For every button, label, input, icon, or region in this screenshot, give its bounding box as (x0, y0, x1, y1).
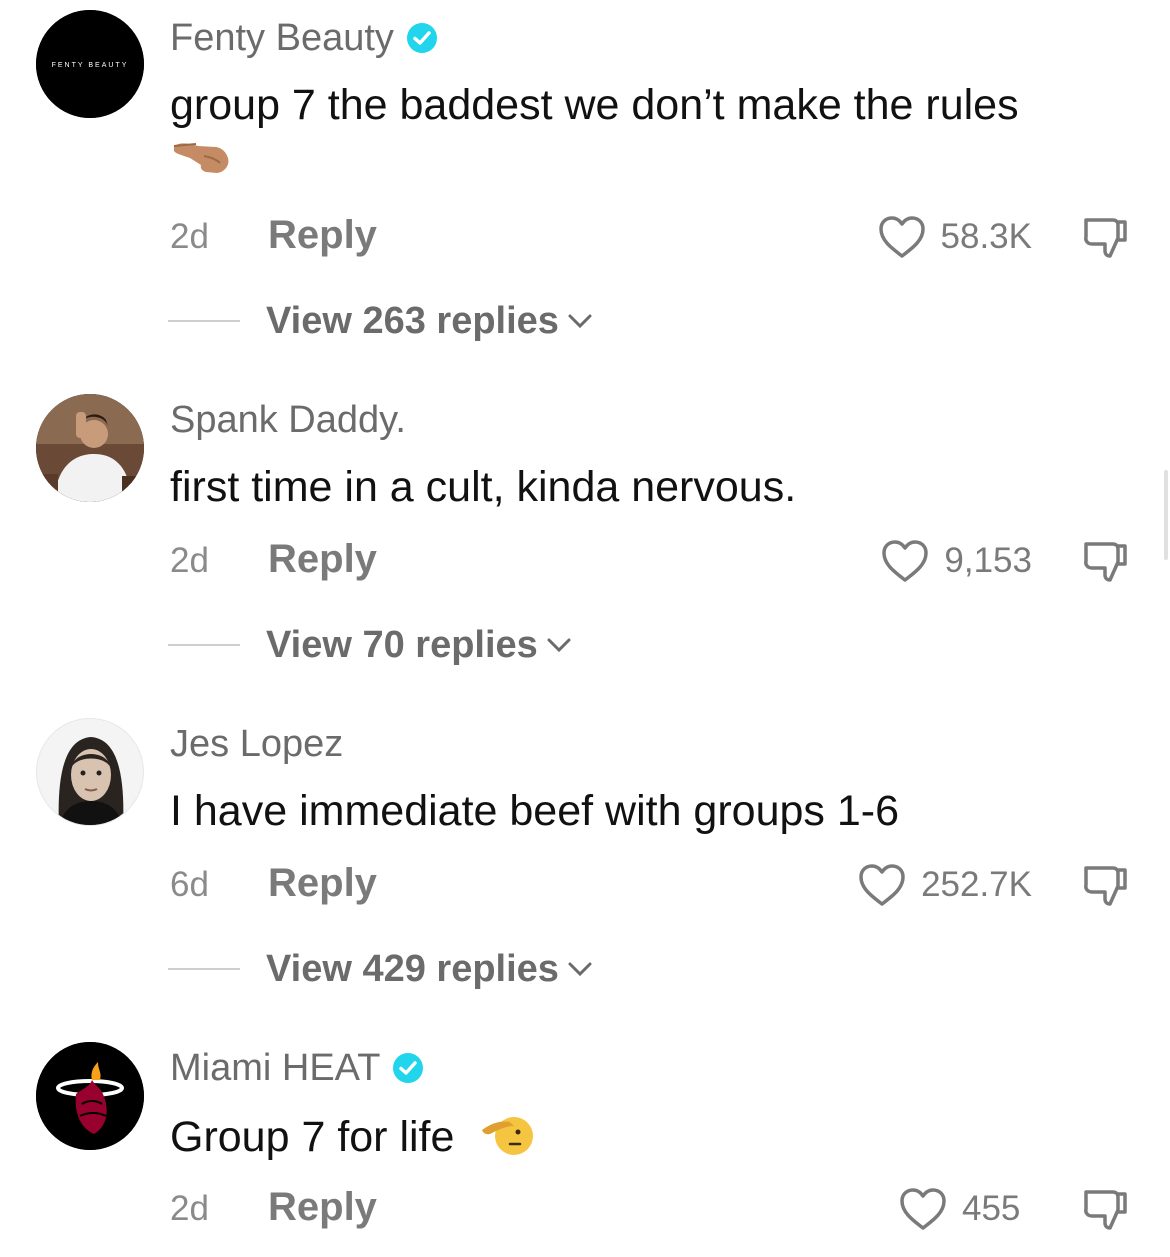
verified-badge-icon (392, 1052, 424, 1084)
dislike-icon[interactable] (1080, 860, 1130, 910)
backhand-index-pointing-left-icon (170, 132, 232, 191)
user-photo-avatar-icon (36, 394, 144, 502)
timestamp: 2d (170, 217, 209, 256)
divider (168, 968, 240, 970)
timestamp: 2d (170, 1189, 209, 1228)
like-count: 252.7K (921, 865, 1032, 904)
comment-text: I have immediate beef with groups 1-6 (170, 784, 1140, 838)
avatar-logo-text: FENTY BEAUTY (52, 62, 129, 69)
reply-button[interactable]: Reply (268, 536, 377, 582)
comment-text-body: group 7 the baddest we don’t make the ru… (170, 81, 1019, 129)
chevron-down-icon (567, 959, 593, 979)
view-replies-button[interactable]: View 263 replies (168, 298, 593, 344)
like-group: 9,153 (880, 536, 1130, 586)
username-label: Jes Lopez (170, 723, 344, 765)
username-label: Miami HEAT (170, 1047, 381, 1089)
comment-text-body: I have immediate beef with groups 1-6 (170, 787, 900, 835)
like-group: 455 (898, 1184, 1130, 1234)
heart-icon[interactable] (898, 1186, 948, 1232)
miami-heat-logo-icon (36, 1042, 144, 1150)
username-label: Spank Daddy. (170, 399, 406, 441)
like-group: 58.3K (877, 212, 1130, 262)
comment-meta: 6d Reply 252.7K (170, 860, 1130, 910)
username[interactable]: Jes Lopez (170, 722, 343, 766)
reply-button[interactable]: Reply (268, 212, 377, 258)
fenty-beauty-logo-icon: FENTY BEAUTY (36, 10, 144, 118)
username[interactable]: Miami HEAT (170, 1046, 424, 1090)
heart-icon[interactable] (857, 862, 907, 908)
divider (168, 320, 240, 322)
dislike-icon[interactable] (1080, 536, 1130, 586)
heart-icon[interactable] (880, 538, 930, 584)
avatar[interactable]: FENTY BEAUTY (36, 10, 144, 118)
comment-meta: 2d Reply 58.3K (170, 212, 1130, 262)
like-group: 252.7K (857, 860, 1130, 910)
timestamp: 2d (170, 541, 209, 580)
divider (168, 644, 240, 646)
dislike-icon[interactable] (1080, 1184, 1130, 1234)
chevron-down-icon (546, 635, 572, 655)
avatar[interactable] (36, 1042, 144, 1150)
scrollbar[interactable] (1164, 470, 1168, 560)
comment-text: group 7 the baddest we don’t make the ru… (170, 78, 1140, 191)
comment-text-body: first time in a cult, kinda nervous. (170, 463, 797, 511)
reply-button[interactable]: Reply (268, 1184, 377, 1230)
view-replies-label: View 70 replies (266, 623, 538, 666)
like-count: 9,153 (944, 541, 1032, 580)
view-replies-label: View 263 replies (266, 299, 559, 342)
comment-meta: 2d Reply 9,153 (170, 536, 1130, 586)
dislike-icon[interactable] (1080, 212, 1130, 262)
comment-text: Group 7 for life (170, 1108, 1140, 1171)
saluting-face-icon (480, 1108, 536, 1171)
heart-icon[interactable] (877, 214, 927, 260)
user-photo-avatar-icon (37, 719, 143, 825)
view-replies-button[interactable]: View 70 replies (168, 622, 572, 668)
reply-button[interactable]: Reply (268, 860, 377, 906)
view-replies-label: View 429 replies (266, 947, 559, 990)
chevron-down-icon (567, 311, 593, 331)
comment-text: first time in a cult, kinda nervous. (170, 460, 1140, 514)
like-count: 58.3K (940, 217, 1032, 256)
username[interactable]: Fenty Beauty (170, 16, 438, 60)
verified-badge-icon (406, 22, 438, 54)
like-count: 455 (962, 1189, 1021, 1228)
comment-text-body: Group 7 for life (170, 1112, 455, 1161)
timestamp: 6d (170, 865, 209, 904)
username[interactable]: Spank Daddy. (170, 398, 406, 442)
avatar[interactable] (36, 394, 144, 502)
comment-meta: 2d Reply 455 (170, 1184, 1130, 1234)
view-replies-button[interactable]: View 429 replies (168, 946, 593, 992)
avatar[interactable] (36, 718, 144, 826)
username-label: Fenty Beauty (170, 17, 394, 59)
